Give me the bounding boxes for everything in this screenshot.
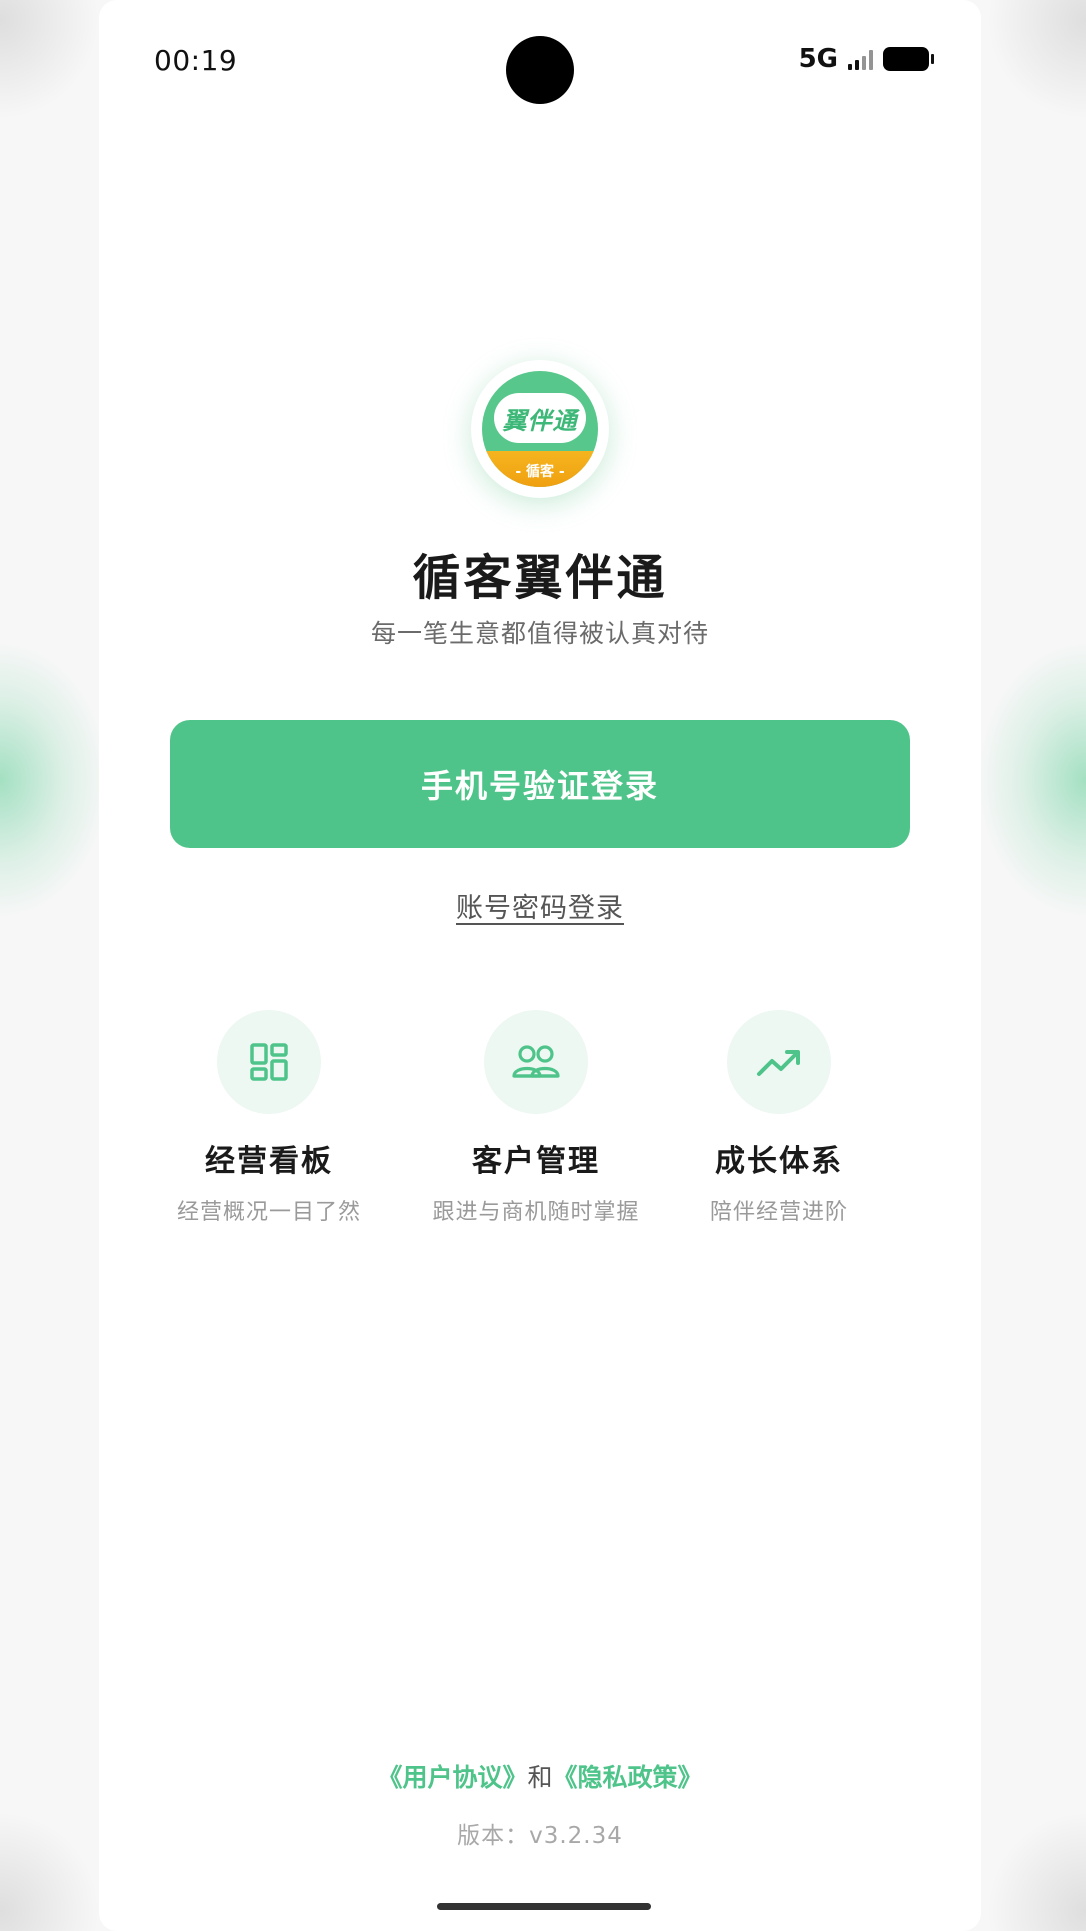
- feature-item: 成长体系 陪伴经营进阶: [649, 1010, 909, 1226]
- phone-login-button[interactable]: 手机号验证登录: [170, 720, 910, 848]
- privacy-policy-link[interactable]: 《隐私政策》: [553, 1763, 703, 1792]
- app-subtitle: 每一笔生意都值得被认真对待: [370, 619, 709, 648]
- version-label: 版本：v3.2.34: [457, 1823, 623, 1849]
- user-agreement-link[interactable]: 《用户协议》: [377, 1763, 527, 1792]
- dashboard-icon: [217, 1010, 321, 1114]
- background-shade: [986, 0, 1086, 120]
- background-glow: [0, 640, 110, 920]
- phone-screen: 00:19 5G 翼伴通 - 循客 - 循客翼伴通 每一笔生意都值得被认真对待 …: [99, 0, 981, 1931]
- logo-badge: 翼伴通 - 循客 -: [482, 371, 598, 487]
- network-type: 5G: [798, 44, 838, 74]
- home-indicator[interactable]: [437, 1903, 651, 1910]
- feature-desc: 经营概况一目了然: [176, 1200, 361, 1225]
- background-shade: [986, 1811, 1086, 1931]
- legal-links: 《用户协议》和《隐私政策》: [99, 1758, 981, 1794]
- feature-item: 经营看板 经营概况一目了然: [139, 1010, 399, 1226]
- screen: 00:19 5G 翼伴通 - 循客 - 循客翼伴通 每一笔生意都值得被认真对待 …: [0, 0, 1086, 1931]
- password-login-link[interactable]: 账号密码登录: [456, 893, 624, 924]
- logo-subtext: - 循客 -: [515, 464, 565, 480]
- users-icon: [484, 1010, 588, 1114]
- background-glow: [976, 640, 1086, 920]
- feature-list: 经营看板 经营概况一目了然 客户管理 跟进与商机随时掌握 成长体系 陪伴经营进阶: [99, 1010, 981, 1230]
- app-logo: 翼伴通 - 循客 -: [471, 360, 609, 498]
- trending-up-icon: [727, 1010, 831, 1114]
- status-bar: 00:19 5G: [99, 0, 981, 120]
- feature-title: 经营看板: [205, 1144, 333, 1179]
- feature-desc: 陪伴经营进阶: [709, 1200, 848, 1225]
- battery-icon: [883, 47, 934, 71]
- front-camera: [506, 36, 574, 104]
- feature-title: 成长体系: [715, 1144, 843, 1179]
- status-indicators: 5G: [798, 44, 934, 74]
- app-title: 循客翼伴通: [412, 550, 668, 606]
- signal-icon: [848, 48, 873, 70]
- feature-title: 客户管理: [472, 1144, 600, 1179]
- background-shade: [0, 1811, 100, 1931]
- feature-desc: 跟进与商机随时掌握: [432, 1200, 640, 1225]
- background-shade: [0, 0, 100, 120]
- feature-item: 客户管理 跟进与商机随时掌握: [406, 1010, 666, 1226]
- status-time: 00:19: [154, 44, 238, 77]
- logo-text: 翼伴通: [502, 407, 578, 435]
- password-login-row: 账号密码登录: [99, 886, 981, 925]
- legal-connector: 和: [527, 1763, 553, 1792]
